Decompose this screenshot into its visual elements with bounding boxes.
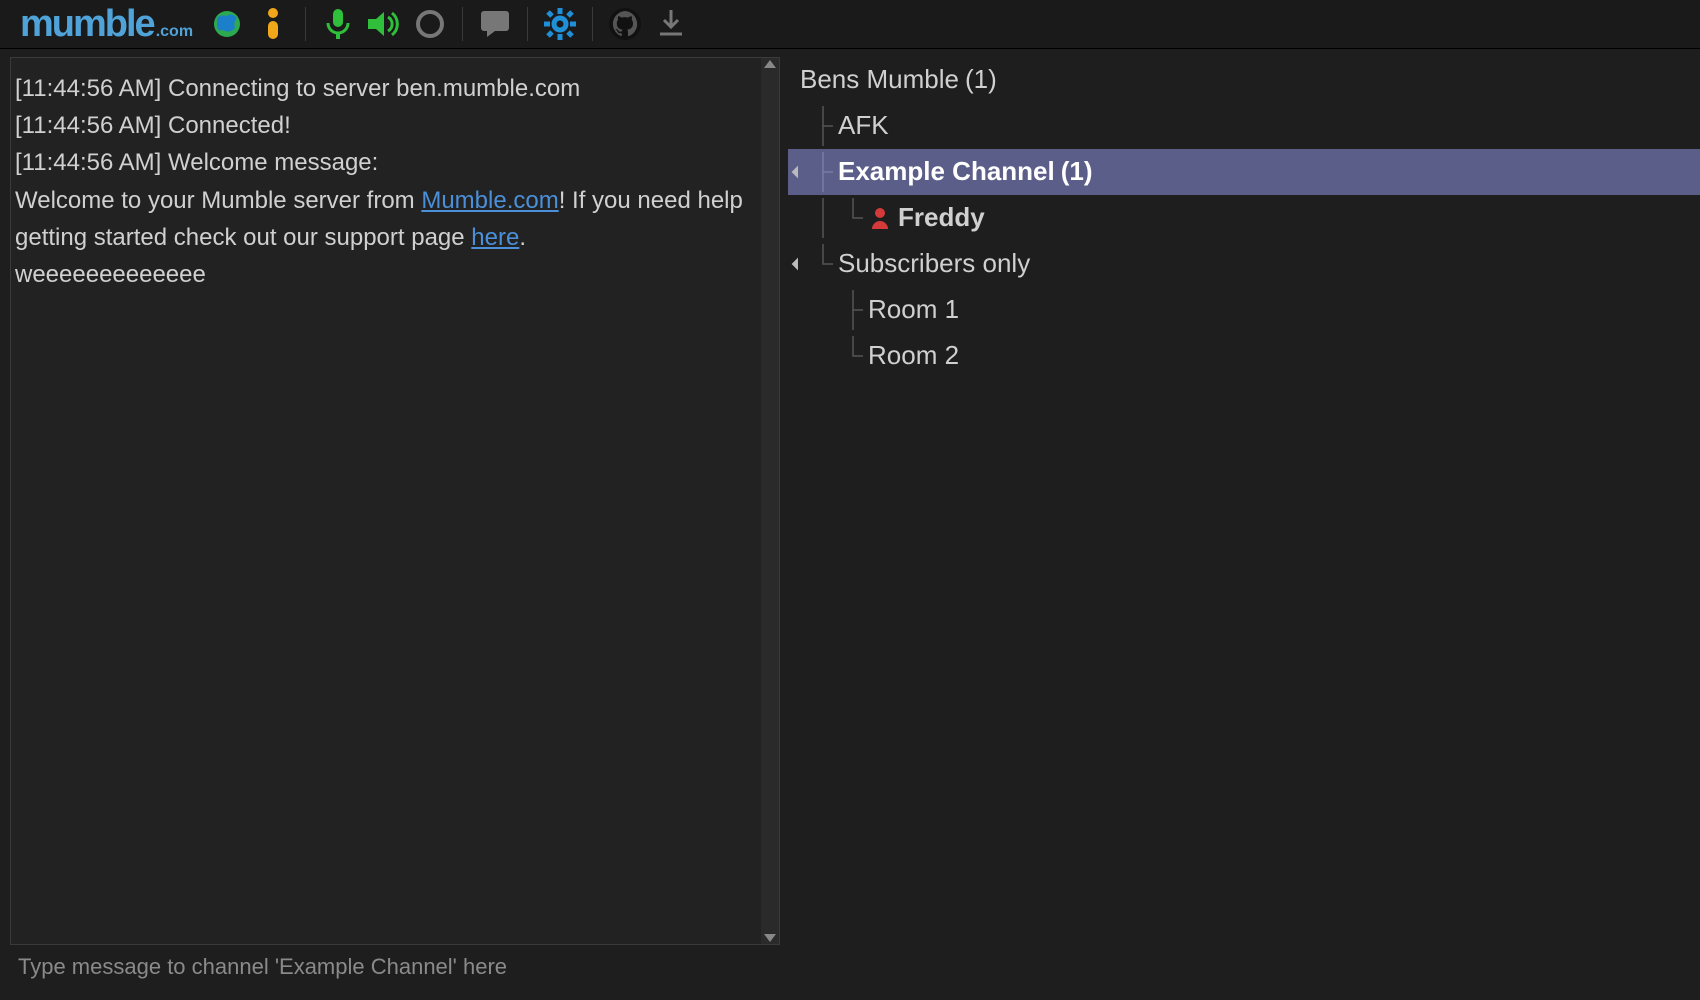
tree-user-freddy[interactable]: Freddy [788,195,1700,241]
logo-sub: .com [156,23,193,41]
globe-icon[interactable] [207,4,247,44]
channel-label: Example Channel [838,151,1055,193]
log-ts: [11:44:56 AM] [15,149,161,176]
toolbar-separator-2 [462,7,463,41]
comment-icon[interactable] [475,4,515,44]
tree-branch-icon [808,198,838,238]
expander-icon[interactable] [788,259,808,269]
scroll-down-icon[interactable] [764,934,776,942]
logo[interactable]: mumble .com [6,3,201,46]
log-text: Welcome message: [168,149,378,176]
tree-channel-afk[interactable]: AFK [788,103,1700,149]
log-ts: [11:44:56 AM] [15,112,161,139]
download-icon[interactable] [651,4,691,44]
channel-tree[interactable]: Bens Mumble (1) AFK Example Channel (1) [788,57,1700,379]
tree-channel-room2[interactable]: Room 2 [788,333,1700,379]
message-input[interactable] [16,953,774,981]
microphone-icon[interactable] [318,4,358,44]
welcome-tail: weeeeeeeeeeeee [15,261,206,288]
main: [11:44:56 AM] Connecting to server ben.m… [0,49,1700,989]
tree-branch-icon [808,244,838,284]
tree-branch-icon [838,290,868,330]
channel-label: Room 2 [868,335,959,377]
tree-branch-icon [808,336,838,376]
logo-main: mumble [20,3,154,46]
left-pane: [11:44:56 AM] Connecting to server ben.m… [0,49,780,989]
tree-root[interactable]: Bens Mumble (1) [788,57,1700,103]
chat-log-content[interactable]: [11:44:56 AM] Connecting to server ben.m… [11,58,761,944]
chat-log: [11:44:56 AM] Connecting to server ben.m… [10,57,780,945]
scrollbar[interactable] [761,58,779,944]
log-line: [11:44:56 AM] Welcome message: [15,144,747,181]
tree-branch-icon [838,198,868,238]
toolbar: mumble .com [0,0,1700,49]
user-icon [868,207,892,229]
user-label: Freddy [898,197,985,239]
tree-branch-icon [808,106,838,146]
welcome-pre: Welcome to your Mumble server from [15,187,421,214]
root-label: Bens Mumble [800,59,959,101]
channel-label: Subscribers only [838,243,1030,285]
channel-label: AFK [838,105,889,147]
tree-channel-subscribers[interactable]: Subscribers only [788,241,1700,287]
log-text: Connected! [168,112,291,139]
welcome-post: . [519,224,526,251]
toolbar-separator [305,7,306,41]
right-pane: Bens Mumble (1) AFK Example Channel (1) [780,49,1700,989]
github-icon[interactable] [605,4,645,44]
expander-icon[interactable] [788,167,808,177]
tree-channel-example[interactable]: Example Channel (1) [788,149,1700,195]
log-text: Connecting to server ben.mumble.com [168,75,580,102]
root-count: (1) [965,59,997,101]
toolbar-separator-4 [592,7,593,41]
welcome-message: Welcome to your Mumble server from Mumbl… [15,182,747,294]
welcome-link-here[interactable]: here [471,224,519,251]
toolbar-separator-3 [527,7,528,41]
log-line: [11:44:56 AM] Connecting to server ben.m… [15,70,747,107]
welcome-link-mumble[interactable]: Mumble.com [421,187,558,214]
tree-branch-icon [838,336,868,376]
record-icon[interactable] [410,4,450,44]
speaker-icon[interactable] [364,4,404,44]
tree-branch-icon [808,152,838,192]
log-line: [11:44:56 AM] Connected! [15,107,747,144]
tree-channel-room1[interactable]: Room 1 [788,287,1700,333]
log-ts: [11:44:56 AM] [15,75,161,102]
channel-label: Room 1 [868,289,959,331]
tree-branch-icon [808,290,838,330]
scroll-up-icon[interactable] [764,60,776,68]
gear-icon[interactable] [540,4,580,44]
info-icon[interactable] [253,4,293,44]
channel-count: (1) [1061,151,1093,193]
chat-input[interactable] [10,945,780,989]
